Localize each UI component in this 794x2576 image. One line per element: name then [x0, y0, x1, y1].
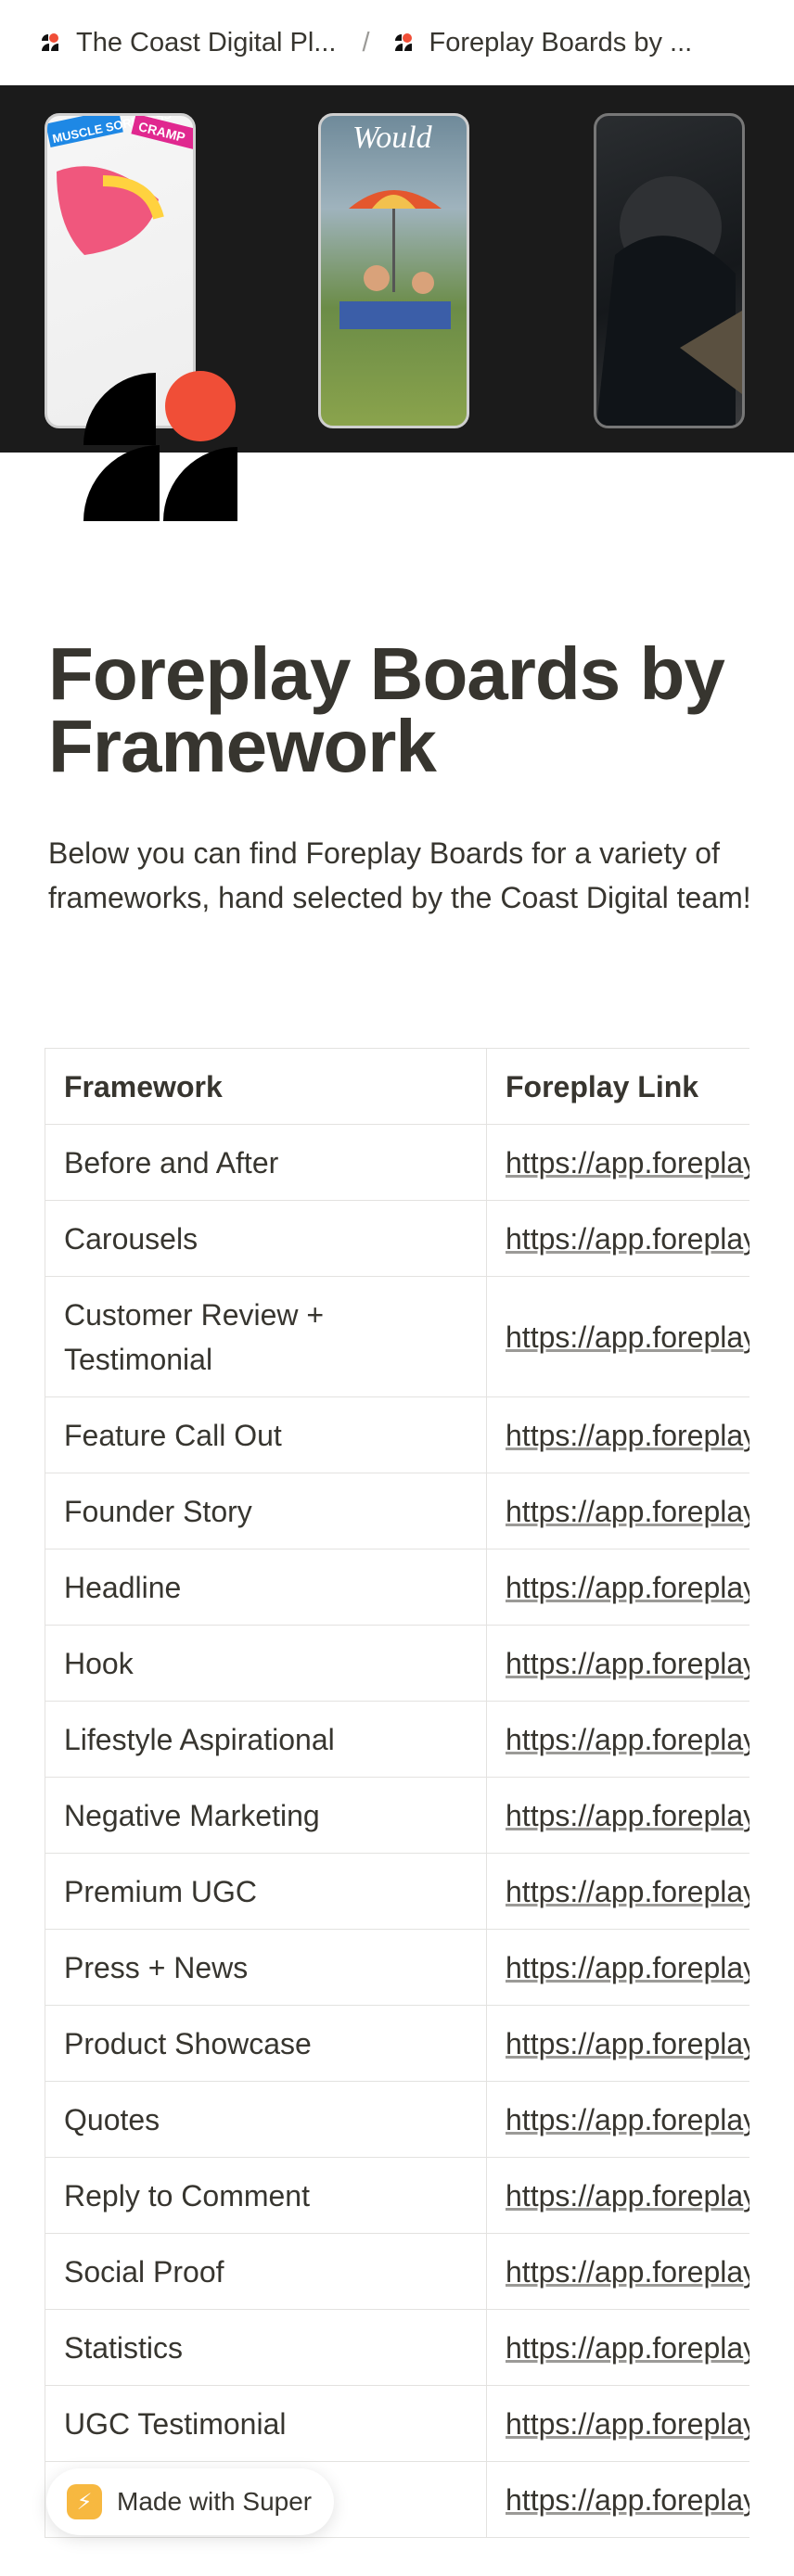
breadcrumb-label: Foreplay Boards by ...: [429, 27, 693, 57]
foreplay-board-link[interactable]: https://app.foreplay.co/share/boards/...: [506, 1647, 749, 1680]
framework-cell: Carousels: [45, 1200, 487, 1277]
foreplay-board-link[interactable]: https://app.foreplay.co/share/boards/...: [506, 1495, 749, 1528]
page-logo-icon: [83, 371, 237, 521]
foreplay-board-link[interactable]: https://app.foreplay.co/share/boards/...: [506, 1146, 749, 1180]
foreplay-board-link[interactable]: https://app.foreplay.co/share/boards/...: [506, 1951, 749, 1984]
table-row: Before and After https://app.foreplay.co…: [45, 1124, 749, 1201]
page-intro-text: Below you can find Foreplay Boards for a…: [48, 836, 751, 914]
site-logo-icon: [394, 33, 412, 51]
badge-label: Made with Super: [117, 2487, 313, 2516]
table-row: Press + News https://app.foreplay.co/sha…: [45, 1929, 749, 2006]
foreplay-board-link[interactable]: https://app.foreplay.co/share/boards/...: [506, 1320, 749, 1354]
breadcrumb-item-workspace[interactable]: The Coast Digital Pl...: [39, 28, 336, 58]
foreplay-board-link[interactable]: https://app.foreplay.co/share/boards/...: [506, 2331, 749, 2365]
link-cell: https://app.foreplay.co/share/boards/...: [486, 2461, 749, 2538]
framework-cell: Feature Call Out: [45, 1396, 487, 1473]
foreplay-board-link[interactable]: https://app.foreplay.co/share/boards/...: [506, 2255, 749, 2289]
link-cell: https://app.foreplay.co/share/boards/...: [486, 1701, 749, 1778]
breadcrumb-item-current-page[interactable]: Foreplay Boards by ...: [392, 27, 693, 58]
lightning-icon: ⚡: [67, 2484, 102, 2519]
table-row: Headline https://app.foreplay.co/share/b…: [45, 1549, 749, 1626]
table-row: Quotes https://app.foreplay.co/share/boa…: [45, 2081, 749, 2158]
link-cell: https://app.foreplay.co/share/boards/...: [486, 1549, 749, 1626]
made-with-super-badge[interactable]: ⚡ Made with Super: [46, 2468, 334, 2535]
breadcrumb: The Coast Digital Pl... / Foreplay Board…: [0, 0, 794, 85]
ad-thumbnail: [594, 113, 745, 428]
link-cell: https://app.foreplay.co/share/boards/...: [486, 1853, 749, 1930]
site-logo-icon: [42, 33, 58, 51]
foreplay-board-link[interactable]: https://app.foreplay.co/share/boards/...: [506, 1571, 749, 1604]
table-row: Customer Review + Testimonial https://ap…: [45, 1276, 749, 1397]
framework-cell: Statistics: [45, 2309, 487, 2386]
ad-thumbnail: Would: [318, 113, 469, 428]
breadcrumb-separator: /: [362, 27, 370, 57]
framework-cell: UGC Testimonial: [45, 2385, 487, 2462]
framework-cell: Customer Review + Testimonial: [45, 1276, 487, 1397]
link-cell: https://app.foreplay.co/share/boards/...: [486, 2157, 749, 2234]
framework-cell: Premium UGC: [45, 1853, 487, 1930]
framework-cell: Negative Marketing: [45, 1777, 487, 1854]
table-row: Carousels https://app.foreplay.co/share/…: [45, 1200, 749, 1277]
foreplay-board-link[interactable]: https://app.foreplay.co/share/boards/...: [506, 2179, 749, 2213]
link-cell: https://app.foreplay.co/share/boards/...: [486, 1625, 749, 1702]
framework-cell: Social Proof: [45, 2233, 487, 2310]
framework-cell: Headline: [45, 1549, 487, 1626]
table-row: Lifestyle Aspirational https://app.forep…: [45, 1701, 749, 1778]
foreplay-board-link[interactable]: https://app.foreplay.co/share/boards/...: [506, 1799, 749, 1832]
link-cell: https://app.foreplay.co/share/boards/...: [486, 1396, 749, 1473]
frameworks-table[interactable]: Framework Foreplay Link Before and After…: [45, 1048, 749, 2538]
framework-cell: Lifestyle Aspirational: [45, 1701, 487, 1778]
foreplay-board-link[interactable]: https://app.foreplay.co/share/boards/...: [506, 2483, 749, 2517]
framework-cell: Press + News: [45, 1929, 487, 2006]
table-row: Product Showcase https://app.foreplay.co…: [45, 2005, 749, 2082]
table-row: Reply to Comment https://app.foreplay.co…: [45, 2157, 749, 2234]
framework-cell: Before and After: [45, 1124, 487, 1201]
table-row: UGC Testimonial https://app.foreplay.co/…: [45, 2385, 749, 2462]
table-row: Social Proof https://app.foreplay.co/sha…: [45, 2233, 749, 2310]
table-row: Statistics https://app.foreplay.co/share…: [45, 2309, 749, 2386]
foreplay-board-link[interactable]: https://app.foreplay.co/share/boards/...: [506, 1222, 749, 1256]
framework-cell: Founder Story: [45, 1473, 487, 1549]
column-header-framework: Framework: [45, 1048, 487, 1125]
framework-cell: Product Showcase: [45, 2005, 487, 2082]
link-cell: https://app.foreplay.co/share/boards/...: [486, 1777, 749, 1854]
ad-thumbnail-text: Would: [352, 121, 433, 155]
link-cell: https://app.foreplay.co/share/boards/...: [486, 1200, 749, 1277]
framework-cell: Hook: [45, 1625, 487, 1702]
breadcrumb-label: The Coast Digital Pl...: [76, 27, 337, 57]
foreplay-board-link[interactable]: https://app.foreplay.co/share/boards/...: [506, 2407, 749, 2441]
link-cell: https://app.foreplay.co/share/boards/...: [486, 2005, 749, 2082]
foreplay-board-link[interactable]: https://app.foreplay.co/share/boards/...: [506, 1875, 749, 1908]
foreplay-board-link[interactable]: https://app.foreplay.co/share/boards/...: [506, 2103, 749, 2136]
link-cell: https://app.foreplay.co/share/boards/...: [486, 1124, 749, 1201]
framework-cell: Reply to Comment: [45, 2157, 487, 2234]
link-cell: https://app.foreplay.co/share/boards/...: [486, 1276, 749, 1397]
ad-thumbnail-art: [596, 176, 742, 426]
table-row: Feature Call Out https://app.foreplay.co…: [45, 1396, 749, 1473]
foreplay-board-link[interactable]: https://app.foreplay.co/share/boards/...: [506, 1419, 749, 1452]
table-row: Premium UGC https://app.foreplay.co/shar…: [45, 1853, 749, 1930]
foreplay-board-link[interactable]: https://app.foreplay.co/share/boards/...: [506, 1723, 749, 1756]
table-row: Negative Marketing https://app.foreplay.…: [45, 1777, 749, 1854]
link-cell: https://app.foreplay.co/share/boards/...: [486, 2081, 749, 2158]
link-cell: https://app.foreplay.co/share/boards/...: [486, 1473, 749, 1549]
table-row: Hook https://app.foreplay.co/share/board…: [45, 1625, 749, 1702]
link-cell: https://app.foreplay.co/share/boards/...: [486, 1929, 749, 2006]
table-row: Founder Story https://app.foreplay.co/sh…: [45, 1473, 749, 1549]
foreplay-board-link[interactable]: https://app.foreplay.co/share/boards/...: [506, 2027, 749, 2060]
link-cell: https://app.foreplay.co/share/boards/...: [486, 2385, 749, 2462]
page-title: Foreplay Boards by Framework: [48, 632, 725, 787]
link-cell: https://app.foreplay.co/share/boards/...: [486, 2233, 749, 2310]
table-header-row: Framework Foreplay Link: [45, 1048, 749, 1125]
link-cell: https://app.foreplay.co/share/boards/...: [486, 2309, 749, 2386]
framework-cell: Quotes: [45, 2081, 487, 2158]
column-header-foreplay-link: Foreplay Link: [486, 1048, 749, 1125]
ad-thumbnail-art: Would: [339, 121, 451, 329]
